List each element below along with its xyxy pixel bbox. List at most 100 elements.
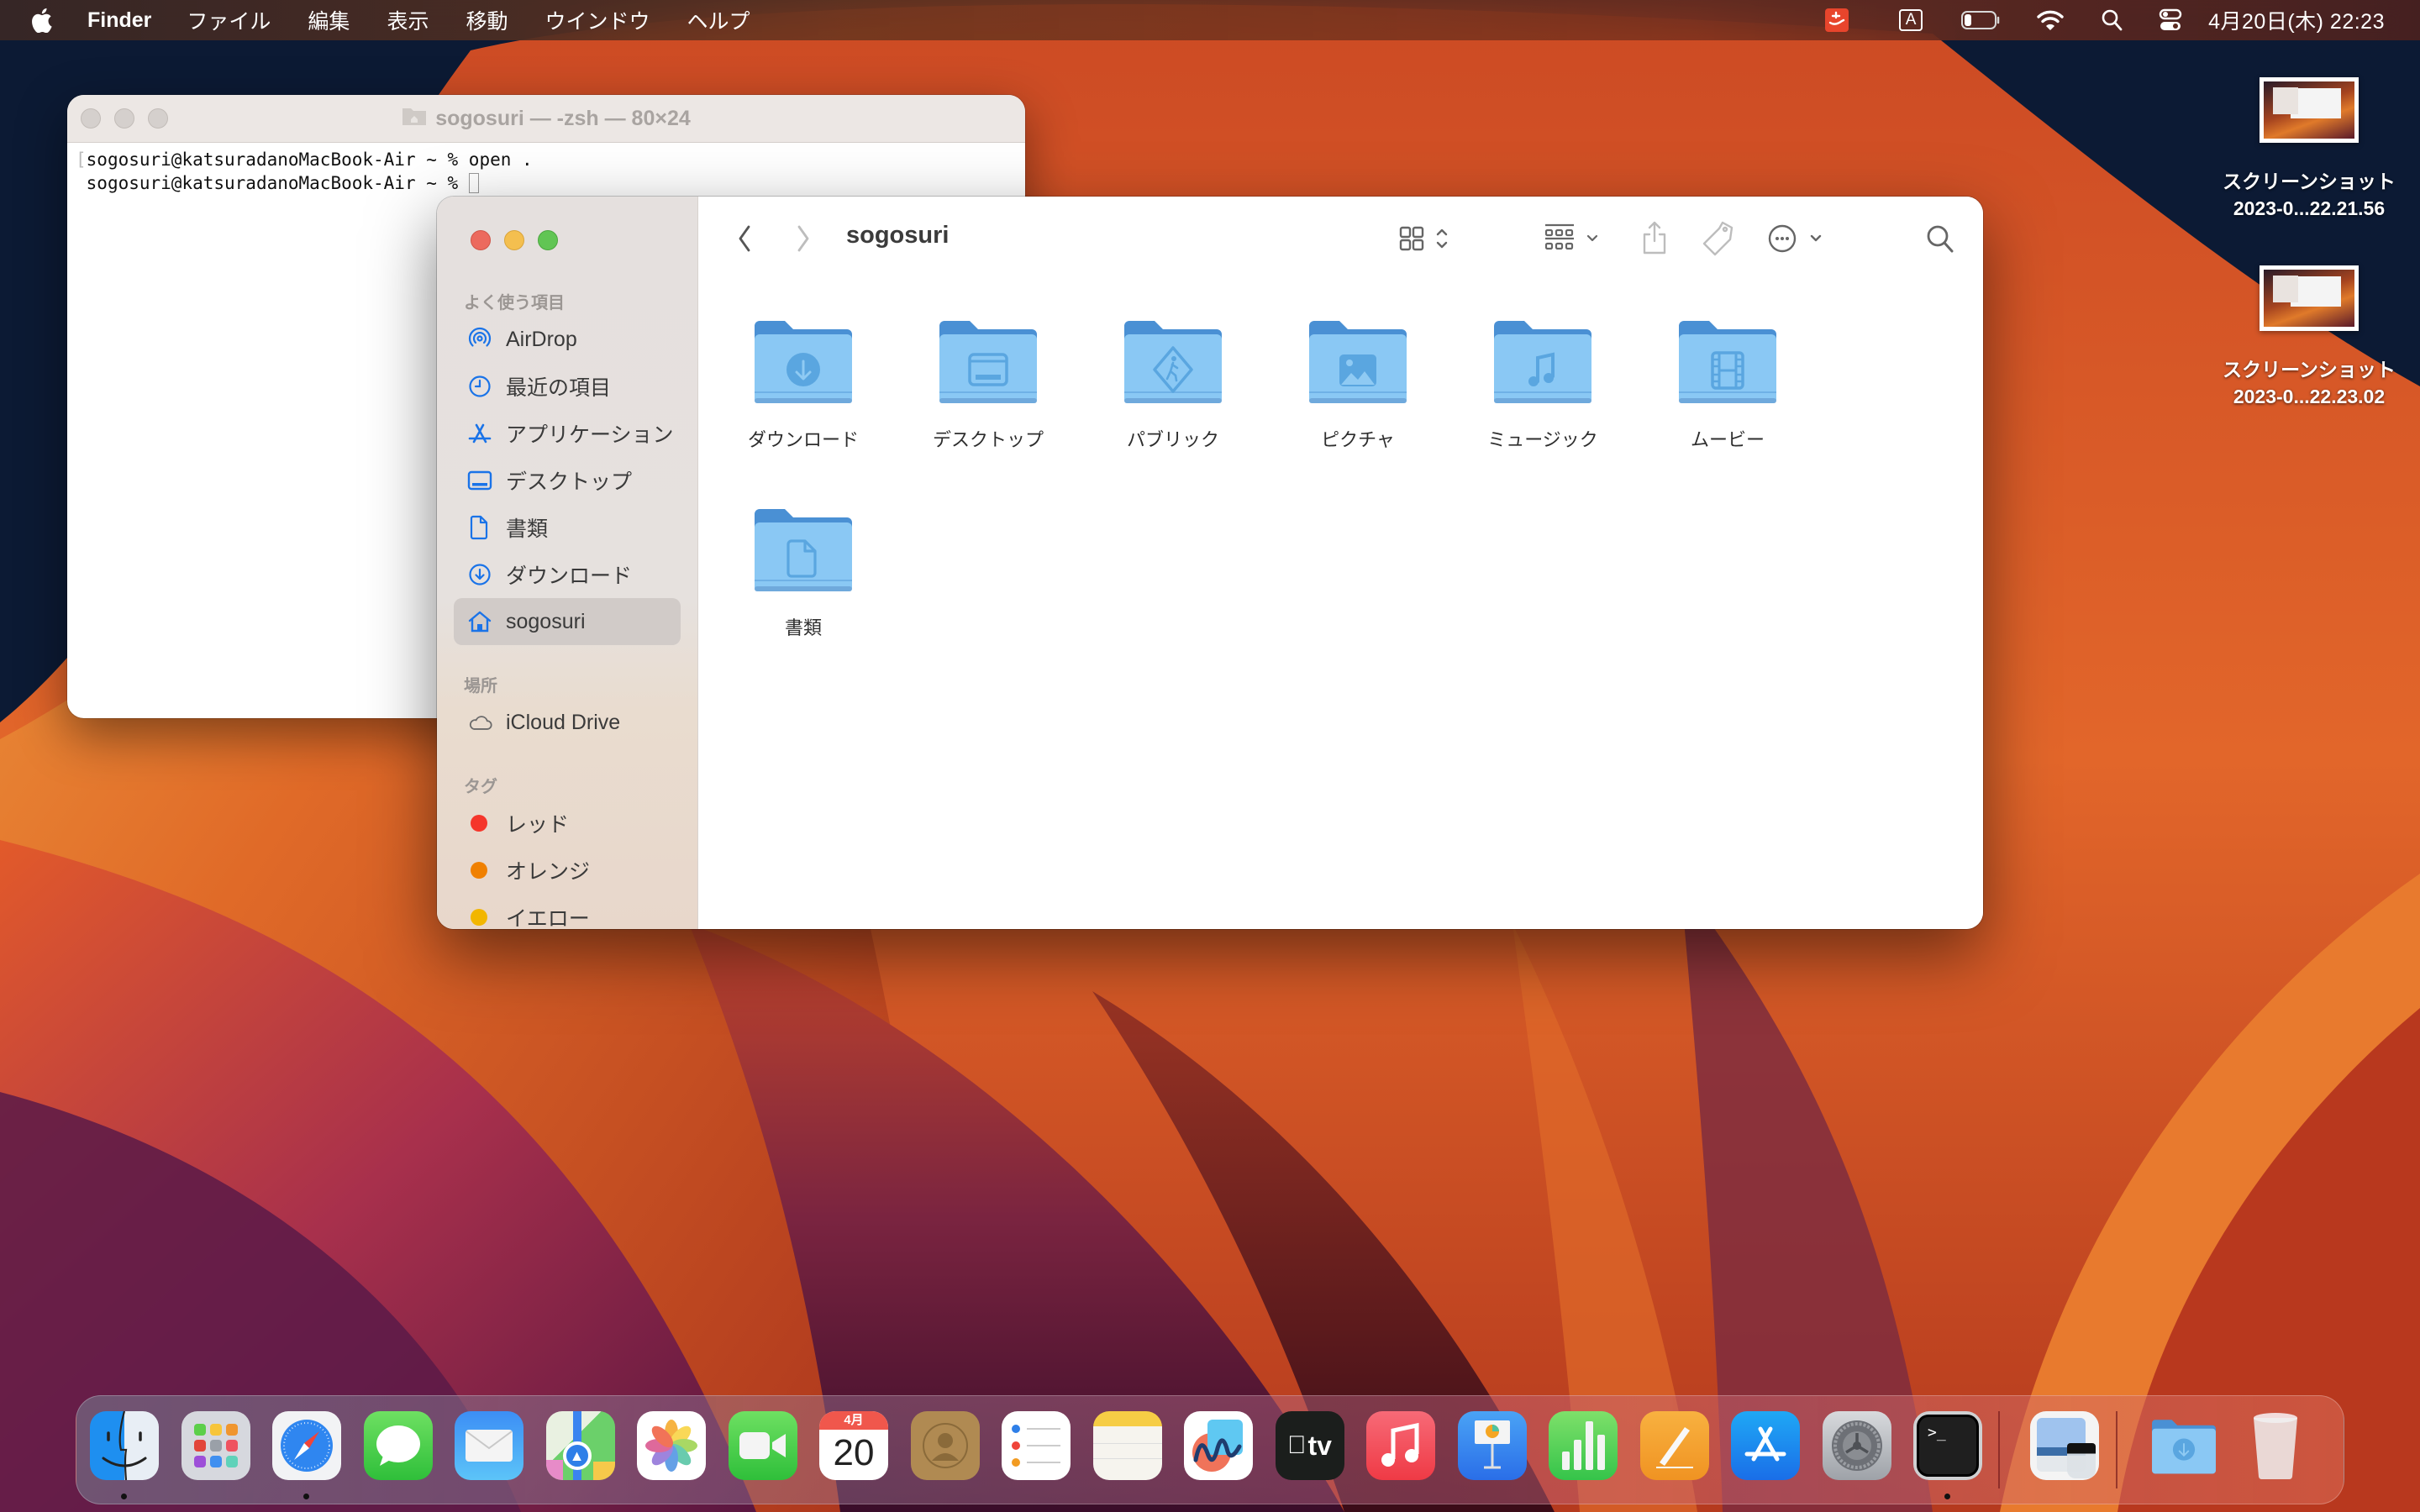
app-extension-icon[interactable] xyxy=(1820,0,1854,40)
menu-bar: Finder ファイル 編集 表示 移動 ウインドウ ヘルプ A 4月20日(木… xyxy=(0,0,2420,40)
dock-app-pages[interactable] xyxy=(1639,1411,1709,1480)
group-by-button[interactable] xyxy=(1544,220,1607,257)
spotlight-search-icon[interactable] xyxy=(2099,0,2124,40)
dock-app-terminal[interactable]: >_ xyxy=(1913,1411,1982,1480)
dock-app-calendar[interactable]: 4月 20 xyxy=(819,1411,888,1480)
more-actions-button[interactable] xyxy=(1767,220,1831,257)
terminal-output[interactable]: [sogosuri@katsuradanoMacBook-Air ~ % ope… xyxy=(67,143,1025,200)
dock-app-system-settings[interactable] xyxy=(1822,1411,1891,1480)
battery-icon[interactable] xyxy=(1961,0,2002,40)
dock-app-numbers[interactable] xyxy=(1549,1411,1618,1480)
terminal-line: sogosuri@katsuradanoMacBook-Air ~ % xyxy=(86,173,469,193)
dock-app-launchpad[interactable] xyxy=(181,1411,250,1480)
desktop-file-screenshot[interactable]: スクリーンショット 2023-0...22.23.02 xyxy=(2200,265,2418,410)
menu-go[interactable]: 移動 xyxy=(466,5,508,35)
folder-item[interactable]: デスクトップ xyxy=(917,314,1060,452)
close-button[interactable] xyxy=(471,230,491,250)
sidebar-section-locations: 場所 xyxy=(464,677,497,696)
sidebar-item-desktop[interactable]: デスクトップ xyxy=(454,457,681,504)
terminal-cursor xyxy=(468,173,479,193)
dock-app-tv[interactable]: tv xyxy=(1275,1411,1344,1480)
dock-app-app-store[interactable] xyxy=(1731,1411,1800,1480)
folder-label: ピクチャ xyxy=(1321,429,1395,450)
menu-app-name[interactable]: Finder xyxy=(87,8,151,33)
apple-menu-icon[interactable] xyxy=(30,6,55,34)
dock-app-preview[interactable] xyxy=(2029,1411,2099,1480)
finder-window[interactable]: よく使う項目 AirDrop 最近の項目 アプリケーション デスクトップ 書類 … xyxy=(437,197,1983,929)
minimize-button[interactable] xyxy=(504,230,524,250)
sidebar-item-home[interactable]: sogosuri xyxy=(454,598,681,645)
desktop-file-name: スクリーンショット xyxy=(2223,171,2396,192)
pages-icon xyxy=(1639,1411,1709,1480)
dock-app-contacts[interactable] xyxy=(910,1411,980,1480)
folder-icon xyxy=(751,314,855,407)
forward-icon[interactable] xyxy=(791,220,816,257)
dock-app-maps[interactable]: ▲ xyxy=(545,1411,615,1480)
view-mode-selector[interactable] xyxy=(1399,220,1463,257)
calendar-icon: 4月 20 xyxy=(819,1411,888,1480)
dock-app-keynote[interactable] xyxy=(1457,1411,1527,1480)
folder-icon xyxy=(1306,314,1410,407)
tag-icon[interactable] xyxy=(1702,220,1735,257)
sidebar-item-airdrop[interactable]: AirDrop xyxy=(454,316,681,363)
sidebar-tag-yellow[interactable]: イエロー xyxy=(454,894,681,929)
terminal-titlebar[interactable]: sogosuri — -zsh — 80×24 xyxy=(67,95,1025,143)
dock-app-mail[interactable] xyxy=(455,1411,523,1480)
dock-app-music[interactable] xyxy=(1366,1411,1435,1480)
menu-edit[interactable]: 編集 xyxy=(308,5,350,35)
home-folder-icon xyxy=(402,106,427,132)
sidebar-item-label: AirDrop xyxy=(506,327,577,351)
dock-app-safari[interactable] xyxy=(272,1411,341,1480)
menu-help[interactable]: ヘルプ xyxy=(687,5,750,35)
back-icon[interactable] xyxy=(732,220,757,257)
tag-color-dot xyxy=(471,862,487,879)
launchpad-icon xyxy=(181,1411,250,1480)
terminal-line: sogosuri@katsuradanoMacBook-Air ~ % open… xyxy=(86,150,533,170)
zoom-button[interactable] xyxy=(538,230,558,250)
dock-app-messages[interactable] xyxy=(363,1411,433,1480)
dock-app-photos[interactable] xyxy=(637,1411,706,1480)
folder-item[interactable]: 書類 xyxy=(732,502,875,640)
sidebar-item-downloads[interactable]: ダウンロード xyxy=(454,551,681,598)
sidebar-item-label: オレンジ xyxy=(506,860,591,884)
share-icon[interactable] xyxy=(1638,220,1671,257)
desktop-file-screenshot[interactable]: スクリーンショット 2023-0...22.21.56 xyxy=(2200,77,2418,222)
folder-item[interactable]: ピクチャ xyxy=(1286,314,1429,452)
running-indicator xyxy=(121,1494,127,1499)
sidebar-tag-red[interactable]: レッド xyxy=(454,800,681,847)
menu-bar-clock[interactable]: 4月20日(木) 22:23 xyxy=(2208,5,2385,35)
more-actions-icon xyxy=(1768,224,1822,253)
sidebar-item-label: 最近の項目 xyxy=(506,376,612,400)
folder-item[interactable]: ダウンロード xyxy=(732,314,875,452)
search-icon[interactable] xyxy=(1923,220,1957,257)
dock-app-downloads[interactable] xyxy=(2149,1411,2218,1480)
folder-icon xyxy=(1676,314,1780,407)
menu-window[interactable]: ウインドウ xyxy=(544,5,650,35)
folder-item[interactable]: パブリック xyxy=(1102,314,1244,452)
sidebar-item-icloud-drive[interactable]: iCloud Drive xyxy=(454,699,681,746)
folder-item[interactable]: ミュージック xyxy=(1471,314,1614,452)
sidebar-item-documents[interactable]: 書類 xyxy=(454,504,681,551)
wifi-icon[interactable] xyxy=(2035,0,2065,40)
desktop-icon xyxy=(467,468,492,493)
download-arrow-icon xyxy=(786,353,820,386)
dock-app-trash[interactable] xyxy=(2241,1411,2310,1480)
control-center-icon[interactable] xyxy=(2158,0,2183,40)
sidebar-item-applications[interactable]: アプリケーション xyxy=(454,410,681,457)
dock-app-reminders[interactable] xyxy=(1002,1411,1071,1480)
notes-icon xyxy=(1092,1411,1162,1480)
dock-app-notes[interactable] xyxy=(1092,1411,1162,1480)
mail-icon xyxy=(455,1411,523,1480)
sidebar-item-recents[interactable]: 最近の項目 xyxy=(454,363,681,410)
folder-icon xyxy=(751,502,855,595)
input-method-icon[interactable]: A xyxy=(1894,0,1928,40)
sidebar-tag-orange[interactable]: オレンジ xyxy=(454,847,681,894)
dock-app-finder[interactable] xyxy=(90,1411,159,1480)
dock-app-freeform[interactable] xyxy=(1184,1411,1253,1480)
menu-view[interactable]: 表示 xyxy=(387,5,429,35)
folder-label: 書類 xyxy=(784,617,822,638)
menu-file[interactable]: ファイル xyxy=(187,5,271,35)
folder-item[interactable]: ムービー xyxy=(1656,314,1799,452)
finder-content[interactable]: sogosuri ダウンロード デスクトップ パブリック ピクチャ ミュージック ムービー… xyxy=(698,197,1983,929)
dock-app-facetime[interactable] xyxy=(728,1411,797,1480)
